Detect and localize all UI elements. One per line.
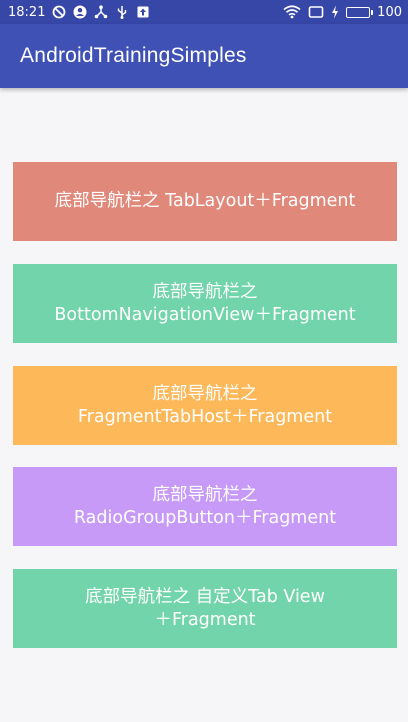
radio-group-button-fragment-button[interactable]: 底部导航栏之 RadioGroupButton＋Fragment — [13, 467, 397, 546]
share-network-icon — [94, 5, 108, 19]
status-time: 18:21 — [8, 4, 46, 20]
screen-cast-icon — [308, 5, 324, 19]
status-left: 18:21 — [8, 5, 150, 20]
fragment-tabhost-fragment-button[interactable]: 底部导航栏之 FragmentTabHost＋Fragment — [13, 366, 397, 445]
custom-tab-view-fragment-button[interactable]: 底部导航栏之 自定义Tab View ＋Fragment — [13, 569, 397, 648]
battery-level: 100 — [377, 4, 402, 20]
status-bar: 18:21 100 — [0, 0, 408, 24]
bottom-navigation-view-fragment-button[interactable]: 底部导航栏之 BottomNavigationView＋Fragment — [13, 264, 397, 343]
app-title: AndroidTrainingSimples — [20, 44, 247, 67]
charging-bolt-icon — [331, 5, 339, 19]
battery-icon — [346, 6, 374, 18]
usb-icon — [115, 5, 129, 19]
upload-icon — [136, 5, 150, 19]
do-not-disturb-icon — [52, 5, 66, 19]
tablayout-fragment-button[interactable]: 底部导航栏之 TabLayout＋Fragment — [13, 162, 397, 241]
account-icon — [73, 5, 87, 19]
status-right: 100 — [283, 5, 402, 20]
app-bar: AndroidTrainingSimples — [0, 24, 408, 88]
wifi-icon — [283, 5, 301, 19]
